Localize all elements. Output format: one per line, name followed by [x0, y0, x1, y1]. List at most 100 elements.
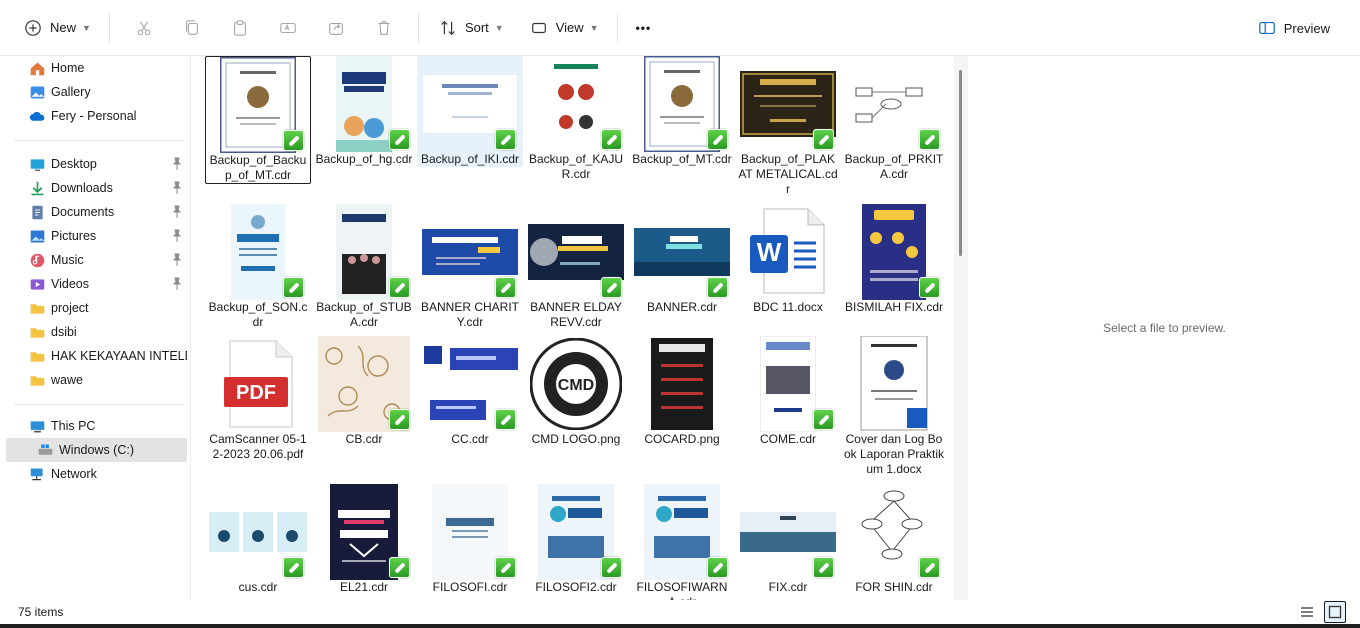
file-thumbnail [738, 336, 838, 432]
file-item[interactable]: PDF CamScanner 05-12-2023 20.06.pdf [205, 336, 311, 462]
nav-divider [14, 140, 184, 141]
file-item[interactable]: Backup_of_hg.cdr [311, 56, 417, 167]
file-item[interactable]: CB.cdr [311, 336, 417, 447]
nav-item-windows-drive[interactable]: Windows (C:) [6, 438, 187, 462]
large-icons-view-button[interactable] [1324, 601, 1346, 623]
file-item[interactable]: Backup_of_MT.cdr [629, 56, 735, 167]
file-item[interactable]: BANNER.cdr [629, 204, 735, 315]
file-name: FIX.cdr [768, 580, 808, 594]
share-button[interactable] [312, 11, 360, 45]
nav-item-folder-hki[interactable]: HAK KEKAYAAN INTELEKTUAL [6, 344, 187, 368]
new-button[interactable]: New ▼ [14, 11, 99, 45]
more-options-button[interactable]: ••• [628, 11, 660, 45]
file-thumbnail [314, 336, 414, 432]
copy-icon [181, 17, 203, 39]
rename-button[interactable] [264, 11, 312, 45]
nav-label-home: Home [51, 61, 85, 75]
nav-item-folder-dsibi[interactable]: dsibi [6, 320, 187, 344]
file-item[interactable]: FOR SHIN.cdr [841, 484, 947, 595]
large-icons-view-icon [1328, 605, 1342, 619]
file-item[interactable]: EL21.cdr [311, 484, 417, 595]
file-item[interactable]: Backup_of_Backup_of_MT.cdr [205, 56, 311, 184]
file-thumbnail [526, 204, 626, 300]
file-item[interactable]: BISMILAH FIX.cdr [841, 204, 947, 315]
copy-button[interactable] [168, 11, 216, 45]
file-name: BANNER ELDAY REVV.cdr [530, 300, 622, 329]
delete-button[interactable] [360, 11, 408, 45]
paste-button[interactable] [216, 11, 264, 45]
file-item[interactable]: Cover dan Log Book Laporan Praktikum 1.d… [841, 336, 947, 477]
folder-icon [28, 299, 46, 317]
nav-item-downloads[interactable]: Downloads [6, 176, 187, 200]
file-item[interactable]: CMD CMD LOGO.png [523, 336, 629, 447]
nav-item-pictures[interactable]: Pictures [6, 224, 187, 248]
nav-item-network[interactable]: Network [6, 462, 187, 486]
file-name: Backup_of_Backup_of_MT.cdr [209, 153, 307, 182]
nav-item-documents[interactable]: Documents [6, 200, 187, 224]
coreldraw-badge-icon [707, 129, 728, 150]
file-item[interactable]: Backup_of_PLAKAT METALICAL.cdr [735, 56, 841, 197]
file-item[interactable]: Backup_of_SON.cdr [205, 204, 311, 330]
file-item[interactable]: FILOSOFI.cdr [417, 484, 523, 595]
cut-button[interactable] [120, 11, 168, 45]
trash-icon [373, 17, 395, 39]
file-thumbnail [632, 204, 732, 300]
nav-item-videos[interactable]: Videos [6, 272, 187, 296]
file-item[interactable]: Backup_of_PRKITA.cdr [841, 56, 947, 182]
file-item[interactable]: Backup_of_STUBA.cdr [311, 204, 417, 330]
clipboard-icon [229, 17, 251, 39]
file-item[interactable]: Backup_of_KAJUR.cdr [523, 56, 629, 182]
file-item[interactable]: CC.cdr [417, 336, 523, 447]
file-item[interactable]: COCARD.png [629, 336, 735, 447]
nav-item-gallery[interactable]: Gallery [6, 80, 187, 104]
vertical-scrollbar[interactable] [954, 56, 968, 600]
nav-item-folder-wawe[interactable]: wawe [6, 368, 187, 392]
file-name: FOR SHIN.cdr [855, 580, 933, 594]
file-thumbnail [632, 484, 732, 580]
sort-button[interactable]: Sort ▼ [429, 11, 512, 45]
nav-item-folder-project[interactable]: project [6, 296, 187, 320]
file-explorer-window: New ▼ Sort ▼ View ▼ ••• Preview Home Gal… [0, 0, 1360, 628]
file-item[interactable]: COME.cdr [735, 336, 841, 447]
file-name: Backup_of_IKI.cdr [420, 152, 520, 166]
file-name: FILOSOFIWARNA.cdr [636, 580, 728, 600]
pin-icon [172, 205, 182, 218]
navigation-pane: Home Gallery Fery - Personal Desktop Dow… [0, 56, 191, 600]
nav-item-this-pc[interactable]: This PC [6, 414, 187, 438]
pin-icon [172, 229, 182, 242]
file-name: BDC 11.docx [753, 300, 823, 314]
file-item[interactable]: FILOSOFI2.cdr [523, 484, 629, 595]
file-thumbnail [738, 484, 838, 580]
scrollbar-thumb[interactable] [959, 70, 962, 256]
gallery-icon [28, 83, 46, 101]
file-name: Backup_of_PLAKAT METALICAL.cdr [738, 152, 838, 196]
folder-icon [28, 347, 46, 365]
file-item[interactable]: Backup_of_IKI.cdr [417, 56, 523, 167]
file-item[interactable]: FIX.cdr [735, 484, 841, 595]
file-thumbnail [208, 484, 308, 580]
nav-item-music[interactable]: Music [6, 248, 187, 272]
pictures-icon [28, 227, 46, 245]
nav-item-home[interactable]: Home [6, 56, 187, 80]
file-item[interactable]: cus.cdr [205, 484, 311, 595]
file-item[interactable]: FILOSOFIWARNA.cdr [629, 484, 735, 600]
share-icon [325, 17, 347, 39]
file-thumbnail [844, 484, 944, 580]
documents-icon [28, 203, 46, 221]
more-options-label: ••• [635, 20, 652, 35]
music-icon [28, 251, 46, 269]
coreldraw-badge-icon [601, 277, 622, 298]
file-item[interactable]: BANNER ELDAY REVV.cdr [523, 204, 629, 330]
details-view-button[interactable] [1296, 601, 1318, 623]
desktop-icon [28, 155, 46, 173]
nav-label-project: project [51, 301, 89, 315]
file-grid: Backup_of_Backup_of_MT.cdr Backup_of_hg.c… [192, 56, 953, 600]
file-item[interactable]: W BDC 11.docx [735, 204, 841, 315]
download-icon [28, 179, 46, 197]
view-button[interactable]: View ▼ [520, 11, 607, 45]
computer-icon [28, 417, 46, 435]
file-item[interactable]: BANNER CHARITY.cdr [417, 204, 523, 330]
nav-item-onedrive[interactable]: Fery - Personal [6, 104, 187, 128]
nav-item-desktop[interactable]: Desktop [6, 152, 187, 176]
preview-toggle-button[interactable]: Preview [1248, 11, 1338, 45]
